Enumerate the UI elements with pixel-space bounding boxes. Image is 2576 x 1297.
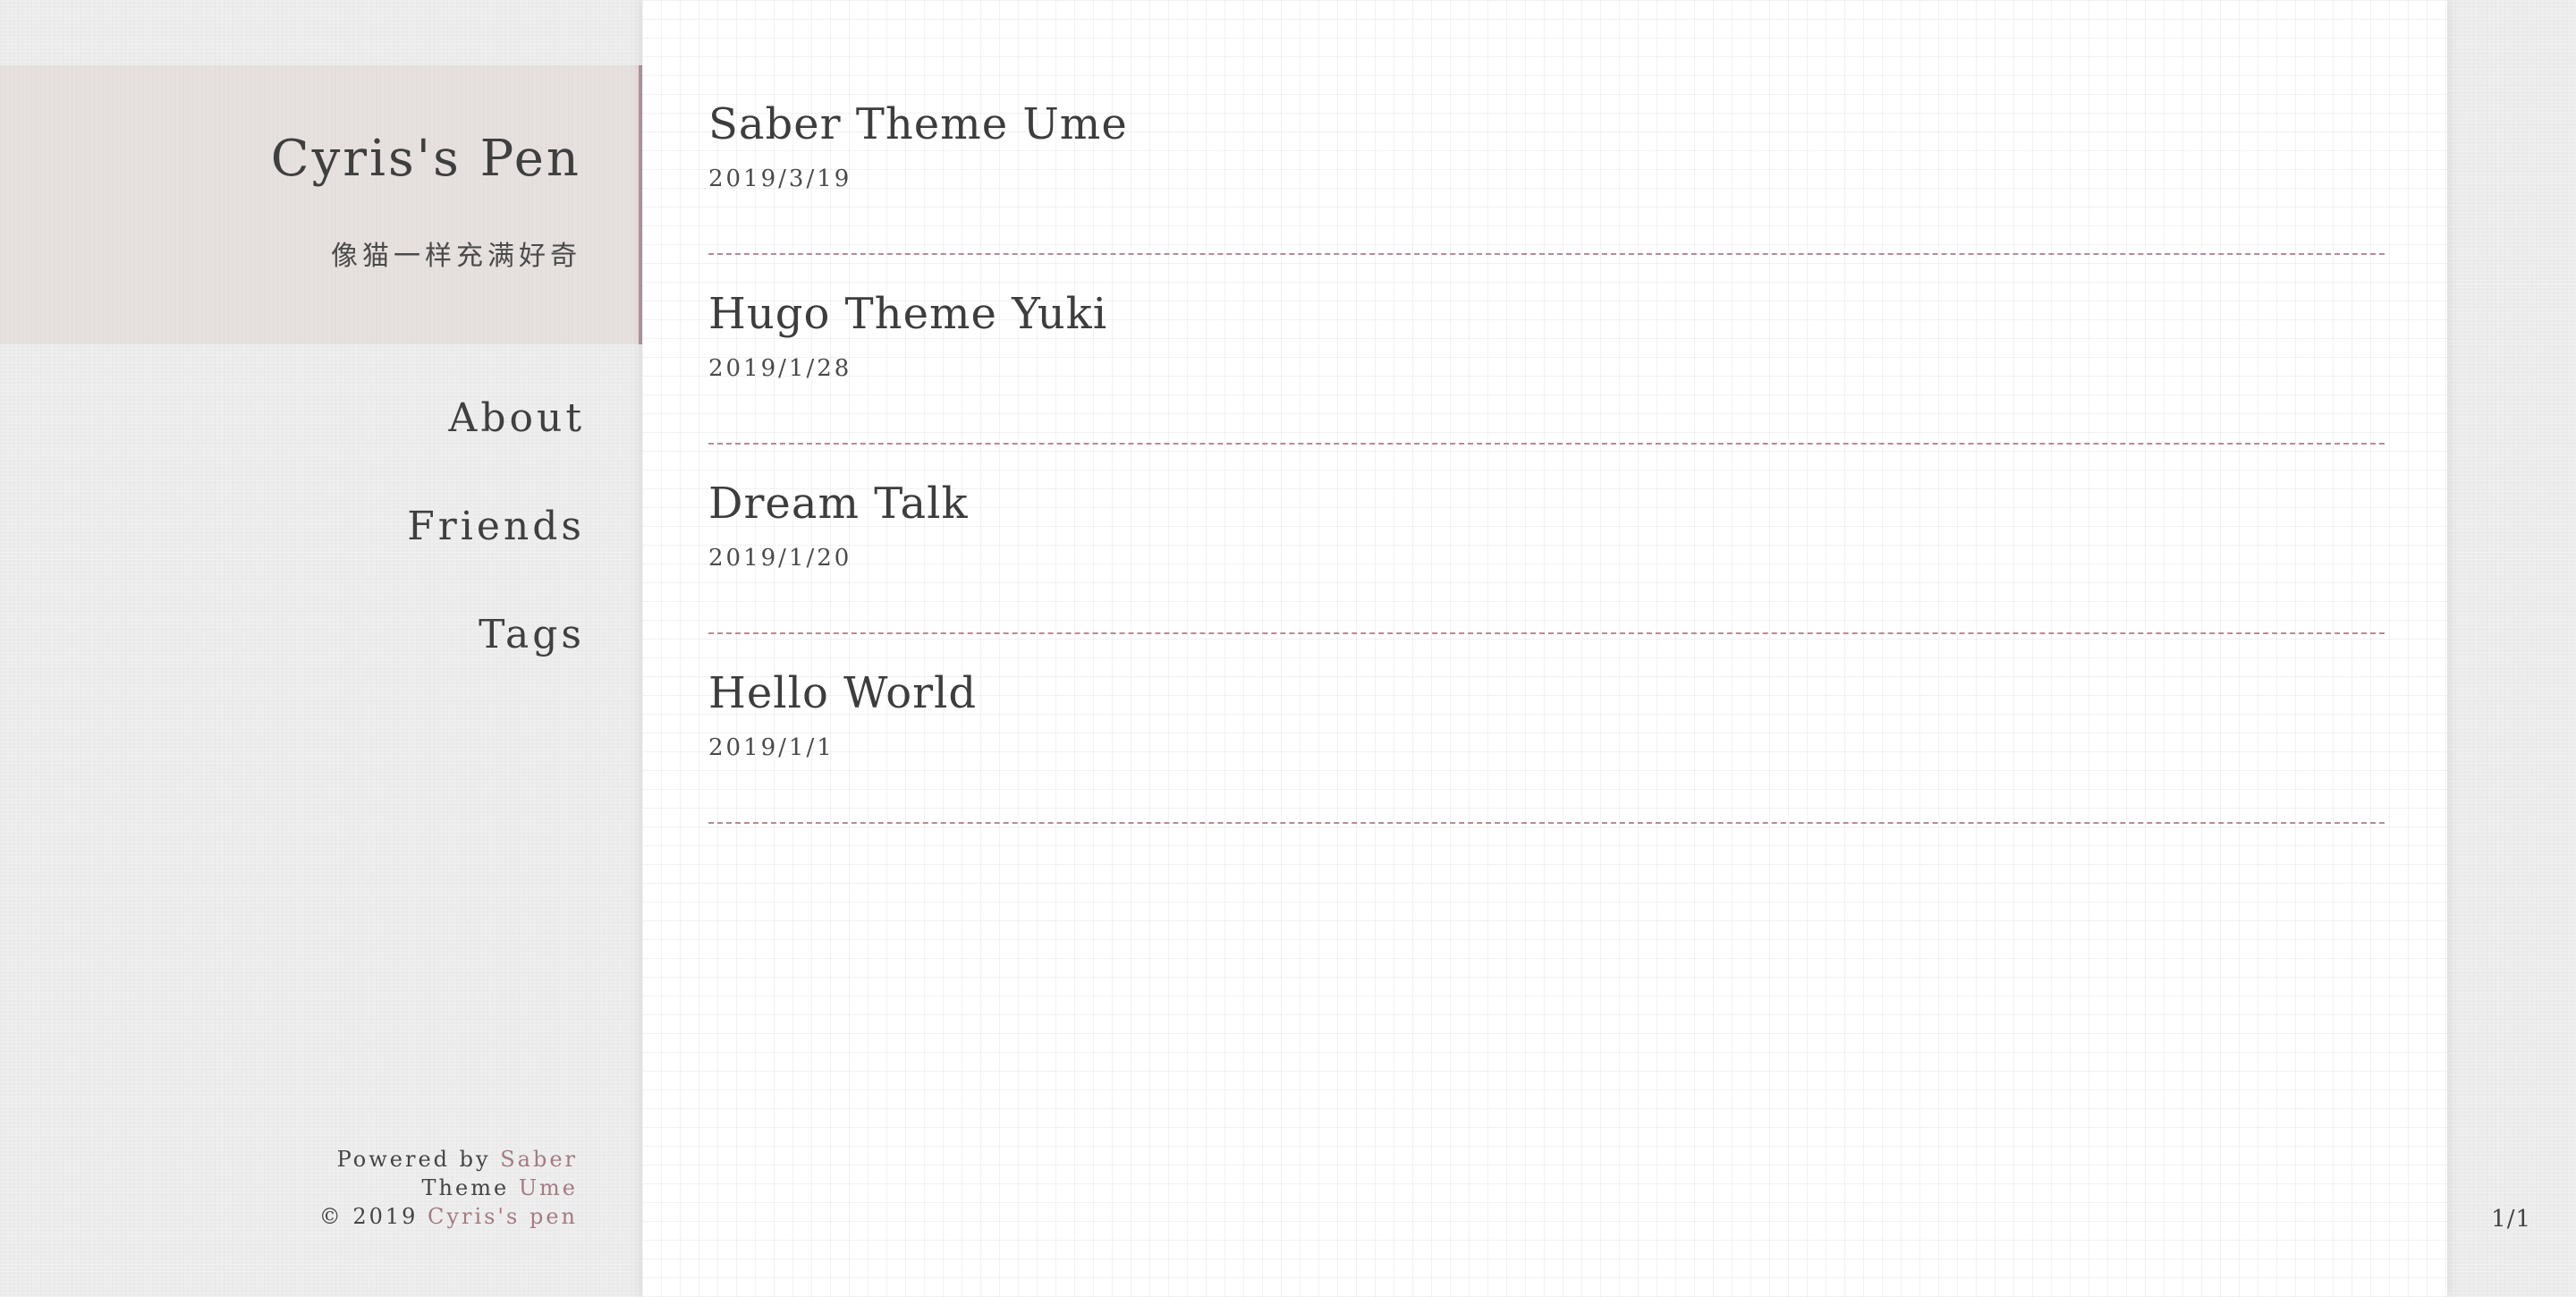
post-item: Dream Talk 2019/1/20 xyxy=(708,445,2385,634)
nav-item-friends[interactable]: Friends xyxy=(407,500,585,554)
footer-ume-link[interactable]: Ume xyxy=(519,1175,578,1200)
footer-powered-line: Powered by Saber xyxy=(319,1145,578,1174)
post-date: 2019/3/19 xyxy=(708,165,852,192)
main-nav: About Friends Tags xyxy=(407,392,585,716)
site-subtitle: 像猫一样充满好奇 xyxy=(331,241,581,272)
footer-home-link[interactable]: Cyris's pen xyxy=(428,1204,578,1229)
post-title-link[interactable]: Dream Talk xyxy=(708,479,969,529)
nav-item-about[interactable]: About xyxy=(407,392,585,445)
site-title[interactable]: Cyris's Pen xyxy=(271,130,581,188)
post-title-link[interactable]: Hello World xyxy=(708,668,977,718)
post-item: Saber Theme Ume 2019/3/19 xyxy=(708,0,2385,255)
post-item: Hugo Theme Yuki 2019/1/28 xyxy=(708,255,2385,445)
footer-copyright-line: © 2019 Cyris's pen xyxy=(319,1202,578,1231)
post-list-panel: Saber Theme Ume 2019/3/19 Hugo Theme Yuk… xyxy=(642,0,2447,1297)
site-footer: Powered by Saber Theme Ume © 2019 Cyris'… xyxy=(319,1145,578,1231)
footer-copyright-prefix: © 2019 xyxy=(318,1204,428,1229)
footer-theme-line: Theme Ume xyxy=(319,1174,578,1202)
site-brand: Cyris's Pen 像猫一样充满好奇 xyxy=(0,65,643,344)
post-date: 2019/1/28 xyxy=(708,355,852,382)
post-date: 2019/1/1 xyxy=(708,734,835,761)
footer-saber-link[interactable]: Saber xyxy=(500,1147,578,1172)
post-item: Hello World 2019/1/1 xyxy=(708,634,2385,824)
post-date: 2019/1/20 xyxy=(708,545,852,572)
pagination-indicator: 1/1 xyxy=(2491,1206,2531,1233)
post-list: Saber Theme Ume 2019/3/19 Hugo Theme Yuk… xyxy=(708,0,2385,824)
footer-theme-prefix: Theme xyxy=(421,1175,519,1200)
post-title-link[interactable]: Hugo Theme Yuki xyxy=(708,289,1107,339)
post-title-link[interactable]: Saber Theme Ume xyxy=(708,99,1128,149)
nav-item-tags[interactable]: Tags xyxy=(407,608,585,662)
sidebar: Cyris's Pen 像猫一样充满好奇 About Friends Tags … xyxy=(0,0,643,1297)
footer-powered-prefix: Powered by xyxy=(336,1147,501,1172)
